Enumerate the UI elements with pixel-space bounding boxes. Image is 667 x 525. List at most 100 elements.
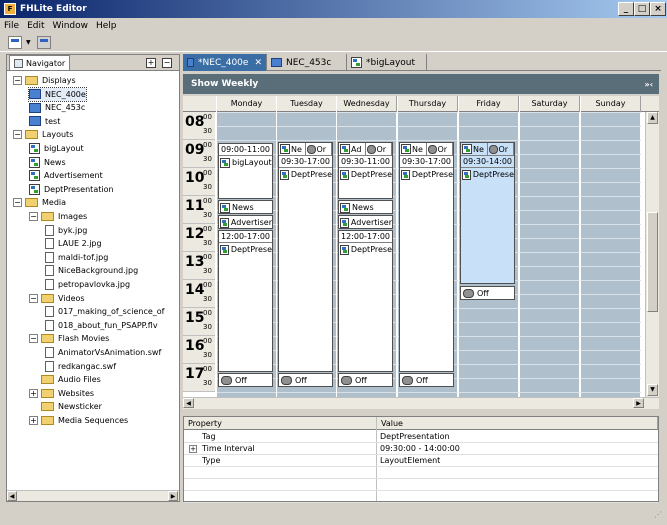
tree-item[interactable]: LAUE 2.jpg — [45, 237, 102, 250]
minimize-button[interactable]: _ — [618, 2, 634, 16]
expand-icon[interactable]: + — [29, 388, 38, 398]
schedule-event[interactable]: 12:00-17:00 DeptPrese — [218, 230, 273, 372]
schedule-event[interactable]: News — [218, 200, 273, 214]
tab-nec-400e[interactable]: *NEC_400e ✕ — [183, 54, 267, 71]
collapse-icon[interactable]: − — [13, 130, 22, 140]
tree-item[interactable]: + Media Sequences — [29, 414, 128, 427]
property-row[interactable]: + Time Interval 09:30:00 - 14:00:00 — [184, 443, 658, 455]
tree-item[interactable]: petropavlovka.jpg — [45, 278, 130, 291]
event-chip[interactable]: Ad — [339, 143, 366, 155]
scroll-left-icon[interactable]: ◀ — [7, 491, 17, 501]
scroll-up-icon[interactable]: ▲ — [647, 112, 658, 124]
event-chip[interactable]: Or — [366, 143, 392, 155]
resize-grip-icon[interactable]: ⋰ — [654, 510, 664, 520]
navigator-tab[interactable]: Navigator — [9, 55, 71, 70]
tree-item[interactable]: maldi-tof.jpg — [45, 251, 108, 264]
day-column[interactable] — [580, 112, 641, 397]
event-chip[interactable]: Ne — [461, 143, 488, 155]
tree-item[interactable]: test — [29, 115, 60, 128]
scroll-left-icon[interactable]: ◀ — [183, 398, 194, 408]
off-event[interactable]: Off — [218, 373, 273, 387]
tree-item[interactable]: 018_about_fun_PSAPP.flv — [45, 319, 158, 332]
tree-item[interactable]: Advertisement — [29, 169, 103, 182]
event-chip[interactable]: Or — [306, 143, 332, 155]
property-value[interactable]: DeptPresentation — [380, 432, 450, 441]
expand-all-button[interactable]: + — [146, 58, 156, 68]
off-event[interactable]: Off — [278, 373, 333, 387]
dropdown-arrow-icon[interactable]: ▼ — [26, 39, 31, 46]
event-chip[interactable]: Ne — [400, 143, 427, 155]
grid-line — [581, 252, 641, 253]
menu-edit[interactable]: Edit — [27, 21, 44, 31]
tree-item[interactable]: NiceBackground.jpg — [45, 264, 138, 277]
scroll-down-icon[interactable]: ▼ — [647, 384, 658, 396]
schedule-event[interactable]: 12:00-17:00 DeptPrese — [338, 230, 393, 372]
tree-item[interactable]: Audio Files — [29, 373, 101, 386]
expand-icon[interactable]: + — [189, 445, 197, 453]
navigator-hscrollbar[interactable]: ◀ ▶ — [7, 490, 179, 501]
property-row[interactable]: Type LayoutElement — [184, 455, 658, 467]
tree-item[interactable]: 017_making_of_science_of — [45, 305, 165, 318]
maximize-button[interactable]: □ — [634, 2, 650, 16]
tree-item[interactable]: Newsticker — [29, 400, 102, 413]
tree-item[interactable]: − Media — [13, 196, 66, 209]
tree-item[interactable]: − Displays — [13, 74, 76, 87]
scroll-thumb[interactable] — [647, 212, 658, 312]
tree-item[interactable]: AnimatorVsAnimation.swf — [45, 346, 161, 359]
schedule-event[interactable]: Advertiser — [218, 215, 273, 229]
event-chip[interactable]: Or — [488, 143, 514, 155]
scroll-right-icon[interactable]: ▶ — [633, 398, 644, 408]
schedule-event[interactable]: News — [338, 200, 393, 214]
collapse-icon[interactable]: − — [29, 334, 38, 344]
tree-item[interactable]: − Layouts — [13, 128, 73, 141]
close-tab-icon[interactable]: ✕ — [254, 58, 262, 68]
tree-item[interactable]: NEC_453c — [29, 101, 85, 114]
collapse-icon[interactable]: − — [29, 212, 38, 221]
menu-help[interactable]: Help — [96, 21, 117, 31]
tab-biglayout[interactable]: *bigLayout — [347, 54, 427, 71]
calendar-vscrollbar[interactable]: ▲ ▼ — [645, 112, 659, 397]
menu-window[interactable]: Window — [53, 21, 89, 31]
close-button[interactable]: × — [650, 2, 666, 16]
property-column-header[interactable]: Property — [184, 417, 377, 430]
save-icon[interactable] — [36, 36, 51, 49]
schedule-event[interactable]: Ne Or 09:30-17:00 DeptPrese — [399, 142, 454, 372]
collapse-all-button[interactable]: − — [162, 58, 172, 68]
tab-nec-453c[interactable]: NEC_453c — [267, 54, 347, 71]
off-event[interactable]: Off — [338, 373, 393, 387]
event-chip[interactable]: Or — [427, 143, 453, 155]
schedule-event[interactable]: 09:00-11:00 bigLayout — [218, 143, 273, 199]
expand-icon[interactable]: + — [29, 416, 38, 425]
calendar-hscrollbar[interactable]: ◀ ▶ — [183, 397, 659, 409]
collapse-icon[interactable]: − — [13, 198, 22, 208]
schedule-event[interactable]: Ne Or 09:30-14:00 DeptPrese — [460, 142, 515, 284]
schedule-event[interactable]: Advertiser — [338, 215, 393, 229]
tree-item[interactable]: bigLayout — [29, 142, 84, 155]
scroll-right-icon[interactable]: ▶ — [168, 491, 178, 501]
tree-item[interactable]: byk.jpg — [45, 224, 87, 237]
new-item-icon[interactable] — [8, 36, 22, 49]
collapse-icon[interactable]: − — [13, 76, 22, 85]
collapse-icon[interactable]: »‹ — [645, 80, 653, 89]
event-chip[interactable]: Ne — [279, 143, 306, 155]
tree-item[interactable]: redkangac.swf — [45, 360, 116, 373]
off-event[interactable]: Off — [399, 373, 454, 387]
property-value[interactable]: 09:30:00 - 14:00:00 — [380, 444, 460, 453]
tree-item[interactable]: DeptPresentation — [29, 183, 114, 196]
schedule-event[interactable]: Ne Or 09:30-17:00 DeptPrese — [278, 142, 333, 372]
tree-item[interactable]: − Flash Movies — [29, 332, 109, 345]
schedule-event[interactable]: Ad Or 09:30-11:00 DeptPrese — [338, 142, 393, 199]
menu-file[interactable]: File — [4, 21, 19, 31]
property-row[interactable]: Tag DeptPresentation — [184, 431, 658, 443]
day-column[interactable] — [519, 112, 580, 397]
layout-icon — [340, 169, 349, 180]
collapse-icon[interactable]: − — [29, 293, 38, 303]
tree-item[interactable]: + Websites — [29, 387, 94, 400]
value-column-header[interactable]: Value — [377, 417, 658, 430]
tree-item[interactable]: − Videos — [29, 292, 85, 305]
tree-item[interactable]: NEC_400e — [28, 86, 87, 102]
property-value[interactable]: LayoutElement — [380, 456, 440, 465]
off-event[interactable]: Off — [460, 286, 515, 300]
tree-item[interactable]: News — [29, 156, 66, 169]
tree-item[interactable]: − Images — [29, 210, 87, 223]
